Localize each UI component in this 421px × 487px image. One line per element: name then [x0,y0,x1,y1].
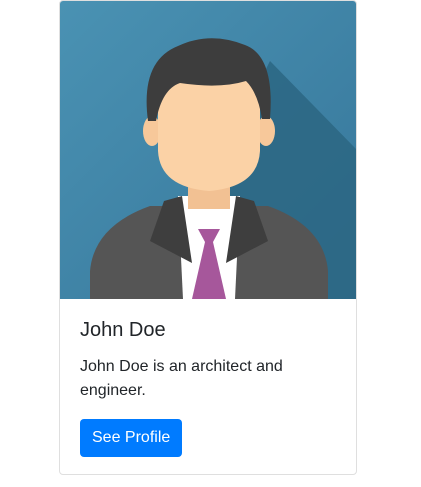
see-profile-button[interactable]: See Profile [80,419,183,457]
avatar-image [60,1,356,299]
card-description: John Doe is an architect and engineer. [80,358,283,399]
card-body: John Doe John Doe is an architect and en… [80,317,338,457]
card-title: John Doe [80,319,166,341]
profile-card: John Doe John Doe is an architect and en… [59,0,357,475]
